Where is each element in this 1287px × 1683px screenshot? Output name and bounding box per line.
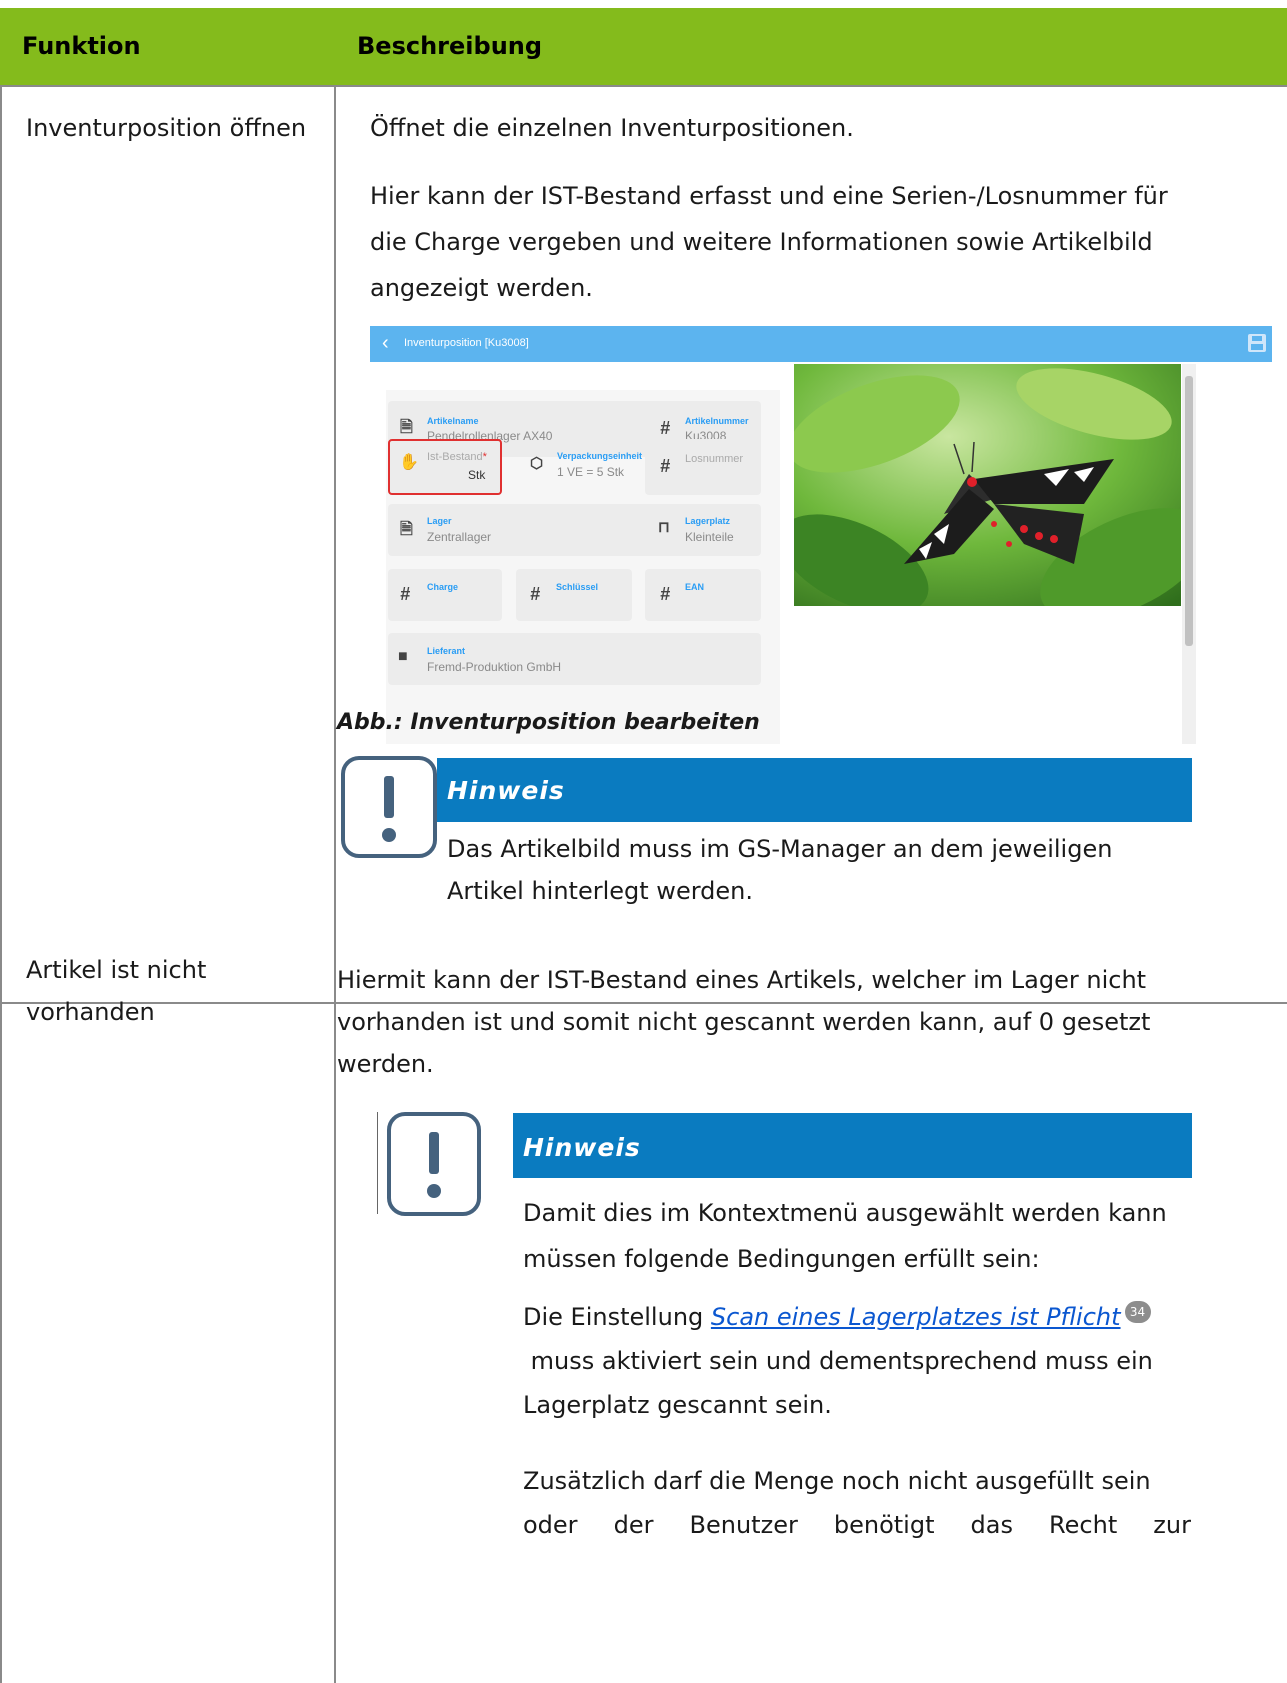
word: Benutzer [689, 1511, 798, 1539]
warning-icon [387, 1112, 481, 1216]
setting-line2: muss aktiviert sein und dementsprechend … [523, 1347, 1153, 1375]
hinweis-title-1: Hinweis [447, 776, 565, 805]
word: oder [523, 1511, 578, 1539]
hinweis-bar-1: Hinweis [437, 758, 1192, 822]
label-verpackung: Verpackungseinheit [557, 451, 643, 461]
shelf-icon: ⊓ [658, 519, 670, 536]
hash-icon: # [660, 584, 671, 604]
value-lieferant: Fremd-Produktion GmbH [427, 660, 562, 674]
word: das [970, 1511, 1013, 1539]
hinweis-text-2-line2: müssen folgende Bedingungen erfüllt sein… [523, 1245, 1040, 1273]
header-divider [0, 85, 1287, 87]
required-mark: * [482, 451, 487, 463]
warning-icon [341, 756, 437, 858]
row1-p1: Öffnet die einzelnen Inventurpositionen. [370, 114, 854, 142]
column-divider [334, 86, 336, 1683]
field-lieferant[interactable] [388, 633, 761, 685]
extra-line2: oder der Benutzer benötigt das Recht zur [523, 1500, 1191, 1550]
header-beschreibung: Beschreibung [357, 32, 543, 60]
back-icon[interactable]: ‹ [382, 332, 389, 355]
value-lager: Zentrallager [427, 530, 492, 544]
hinweis-text-2-line1: Damit dies im Kontextmenü ausgewählt wer… [523, 1199, 1167, 1227]
row1-p2-line2: die Charge vergeben und weitere Informat… [370, 228, 1153, 256]
row2-funktion-line2: vorhanden [26, 998, 155, 1026]
figure-caption: Abb.: Inventurposition bearbeiten [337, 710, 760, 735]
extra-line1: Zusätzlich darf die Menge noch nicht aus… [523, 1467, 1151, 1495]
label-artikelnummer: Artikelnummer [685, 416, 749, 426]
label-charge: Charge [427, 582, 459, 592]
label-ist-bestand: Ist-Bestand* [427, 451, 487, 463]
save-icon[interactable] [1248, 334, 1266, 352]
ist-bestand-label-text: Ist-Bestand [427, 451, 483, 463]
value-ist-bestand-unit: Stk [468, 468, 486, 482]
word: Recht [1049, 1511, 1118, 1539]
setting-line1: Die Einstellung Scan eines Lagerplatzes … [523, 1292, 1151, 1342]
header-funktion: Funktion [22, 32, 141, 60]
package-icon: ⬡ [530, 455, 544, 472]
hand-icon: ✋ [399, 454, 419, 471]
word: der [613, 1511, 654, 1539]
row2-p1-line1: Hiermit kann der IST-Bestand eines Artik… [337, 966, 1147, 994]
setting-prefix: Die Einstellung [523, 1303, 711, 1331]
inventurposition-screenshot: ‹ Inventurposition [Ku3008] 🗎 Artikelnam… [370, 326, 1272, 744]
article-image [794, 364, 1181, 606]
row2-p1-line3: werden. [337, 1050, 434, 1078]
hash-icon: # [400, 584, 411, 604]
row1-p2-line3: angezeigt werden. [370, 274, 593, 302]
setting-link[interactable]: Scan eines Lagerplatzes ist Pflicht [711, 1303, 1121, 1331]
value-verpackung: 1 VE = 5 Stk [557, 465, 625, 479]
truck-icon: ■ [398, 648, 408, 665]
screenshot-title: Inventurposition [Ku3008] [404, 337, 529, 349]
left-border [0, 86, 2, 1683]
row1-funktion: Inventurposition öffnen [26, 114, 307, 142]
label-losnummer: Losnummer [685, 453, 744, 465]
hash-icon: # [530, 584, 541, 604]
hash-icon: # [660, 456, 671, 476]
value-lagerplatz: Kleinteile [685, 530, 734, 544]
label-lieferant: Lieferant [427, 646, 466, 656]
row1-p2-line1: Hier kann der IST-Bestand erfasst und ei… [370, 182, 1168, 210]
hinweis-2-divider [377, 1112, 378, 1214]
scrollbar[interactable] [1182, 364, 1196, 744]
label-lager: Lager [427, 516, 452, 526]
label-schluessel: Schlüssel [556, 582, 599, 592]
label-ean: EAN [685, 582, 705, 592]
word: benötigt [833, 1511, 935, 1539]
setting-line3: Lagerplatz gescannt sein. [523, 1391, 832, 1419]
label-artikelname: Artikelname [427, 416, 479, 426]
page-badge: 34 [1124, 1301, 1151, 1323]
hinweis-text-1-line2: Artikel hinterlegt werden. [447, 877, 753, 905]
warehouse-icon: 🗎 [400, 521, 413, 538]
row2-p1-line2: vorhanden ist und somit nicht gescannt w… [337, 1008, 1151, 1036]
row2-funktion-line1: Artikel ist nicht [26, 956, 207, 984]
hinweis-title-2: Hinweis [523, 1133, 641, 1162]
hash-icon: # [660, 418, 671, 438]
hinweis-bar-2: Hinweis [513, 1113, 1192, 1178]
word: zur [1153, 1511, 1191, 1539]
label-lagerplatz: Lagerplatz [685, 516, 731, 526]
table-header [0, 8, 1287, 86]
